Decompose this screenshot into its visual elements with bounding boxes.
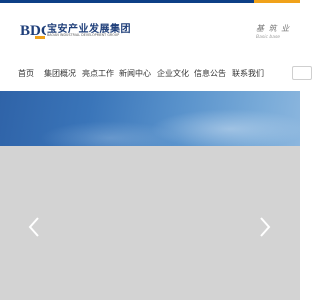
header-slogan: 基 筑 业 Basic base <box>256 23 300 40</box>
nav-item-news[interactable]: 新闻中心 <box>119 68 151 79</box>
image-slider <box>0 146 300 300</box>
company-name-en: BAOAN INDUSTRIAL DEVELOPMENT GROUP <box>47 33 120 37</box>
nav-item-highlights[interactable]: 亮点工作 <box>82 68 114 79</box>
logo-mark-icon: BDG <box>20 23 46 39</box>
main-nav: 首页 集团概况 亮点工作 新闻中心 企业文化 信息公告 联系我们 <box>0 55 312 91</box>
nav-item-culture[interactable]: 企业文化 <box>157 68 189 79</box>
site-header: BDG 宝安产业发展集团 BAOAN INDUSTRIAL DEVELOPMEN… <box>0 3 300 55</box>
nav-item-about[interactable]: 集团概况 <box>44 68 76 79</box>
hero-banner <box>0 91 300 146</box>
search-input[interactable] <box>292 66 312 80</box>
nav-item-home[interactable]: 首页 <box>18 68 34 79</box>
slogan-cn: 基 筑 业 <box>256 24 291 33</box>
site-logo[interactable]: BDG 宝安产业发展集团 BAOAN INDUSTRIAL DEVELOPMEN… <box>20 20 131 44</box>
slogan-en: Basic base <box>256 35 281 40</box>
chevron-right-icon[interactable] <box>258 216 272 238</box>
nav-item-contact[interactable]: 联系我们 <box>232 68 264 79</box>
nav-item-notices[interactable]: 信息公告 <box>194 68 226 79</box>
chevron-left-icon[interactable] <box>27 216 41 238</box>
